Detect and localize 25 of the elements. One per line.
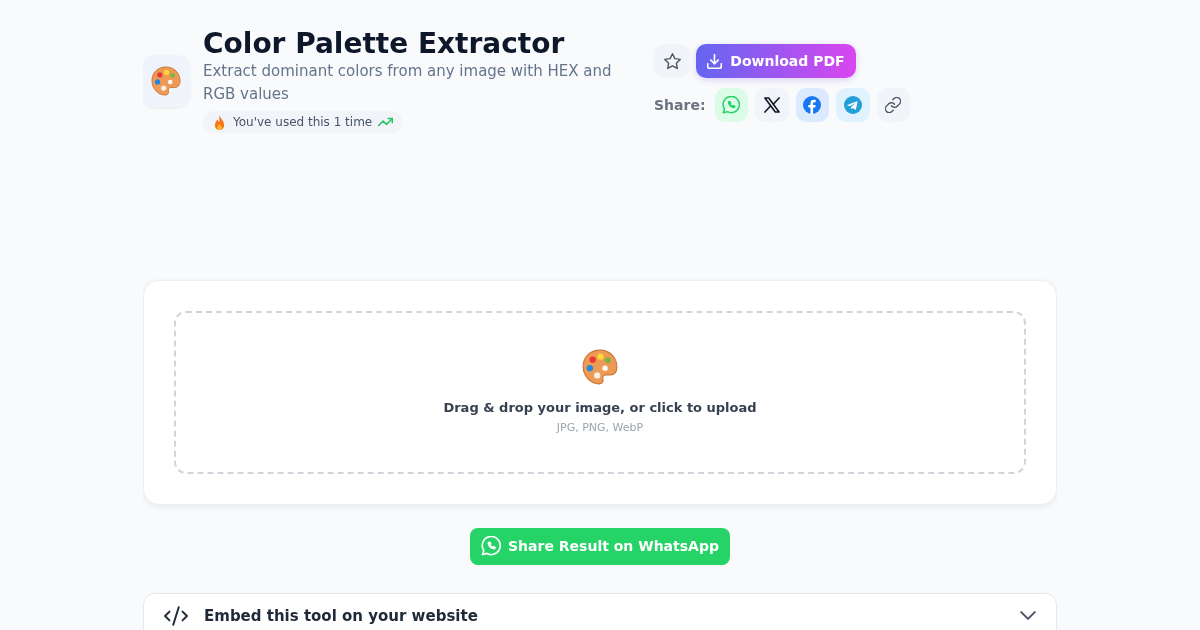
upload-dropzone[interactable]: Drag & drop your image, or click to upload JPG, PNG, WebP [174, 310, 1026, 474]
share-button[interactable] [876, 88, 910, 122]
star-icon [663, 52, 681, 70]
facebook-icon [803, 96, 822, 114]
share-button[interactable] [755, 88, 789, 122]
download-icon [707, 53, 723, 69]
page-title: Color Palette Extractor [203, 28, 566, 60]
fire-icon [212, 114, 227, 130]
share-label: Share: [654, 97, 706, 113]
upload-formats: JPG, PNG, WebP [556, 419, 644, 436]
upload-prompt: Drag & drop your image, or click to upload [443, 398, 757, 417]
embed-toggle[interactable]: Embed this tool on your website [164, 593, 1036, 626]
favorite-button[interactable] [654, 44, 690, 78]
palette-icon [143, 54, 190, 107]
download-button[interactable]: Download PDF [696, 44, 856, 78]
telegram-icon [843, 96, 862, 114]
whatsapp-icon [481, 536, 502, 556]
palette-icon [582, 348, 618, 385]
page-subtitle: Extract dominant colors from any image with HEX and RGB values [203, 61, 613, 105]
whatsapp-icon [722, 96, 741, 114]
link-icon [885, 97, 902, 113]
code-icon [164, 605, 188, 626]
usage-count-text: You've used this 1 time [233, 115, 373, 129]
trending-up-icon [378, 117, 394, 127]
x-logo-icon [763, 97, 780, 113]
